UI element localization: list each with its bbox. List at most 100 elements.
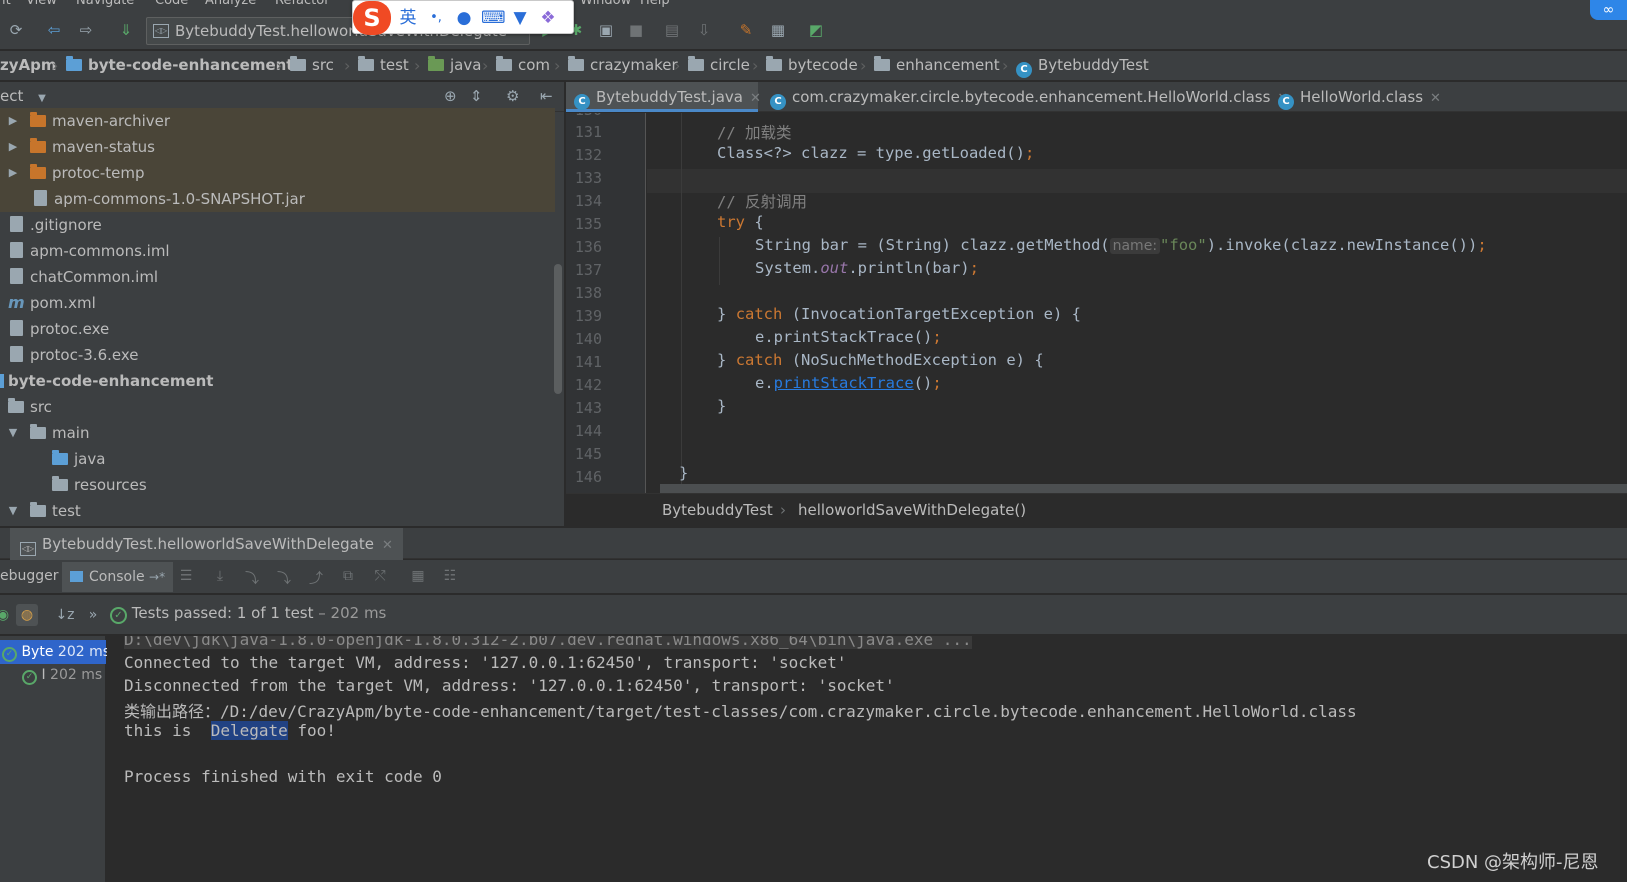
- tab-bytebuddytest-java[interactable]: C BytebuddyTest.java ✕: [566, 82, 761, 112]
- sogou-logo-icon[interactable]: S: [353, 1, 391, 35]
- show-passed-icon[interactable]: ◉: [0, 604, 14, 626]
- breadcrumb-src[interactable]: src: [290, 56, 334, 74]
- tree-item[interactable]: chatCommon.iml: [0, 264, 555, 290]
- collapse-arrow-icon[interactable]: ▼: [6, 498, 20, 524]
- tree-item[interactable]: src: [0, 394, 555, 420]
- expand-arrow-icon[interactable]: ▶: [6, 108, 20, 134]
- forward-icon[interactable]: ⇨: [76, 20, 96, 40]
- project-view-selector[interactable]: ect ▼: [0, 87, 46, 105]
- back-icon[interactable]: ⇦: [44, 20, 64, 40]
- debugger-tab[interactable]: ebugger: [0, 568, 59, 584]
- tab-helloworld-class[interactable]: C HelloWorld.class ✕: [1270, 82, 1450, 112]
- editor-breadcrumb-method[interactable]: helloworldSaveWithDelegate(): [798, 501, 1026, 519]
- test-tree-item[interactable]: ✓ Byte 202 ms: [0, 640, 110, 664]
- collapse-all-icon[interactable]: ⇕: [470, 87, 483, 105]
- vcs-update-icon[interactable]: ▤: [662, 20, 682, 40]
- tree-item[interactable]: ▶ maven-status: [0, 134, 555, 160]
- breadcrumb-com[interactable]: com: [496, 56, 550, 74]
- toolbox-icon[interactable]: ❖: [537, 7, 559, 29]
- project-structure-icon[interactable]: ▦: [768, 20, 788, 40]
- close-tab-icon[interactable]: ✕: [1430, 91, 1441, 106]
- wrench-icon[interactable]: ✎: [736, 20, 756, 40]
- step-over-icon[interactable]: ⤓: [210, 568, 230, 584]
- sync-icon[interactable]: ⟳: [6, 20, 26, 40]
- breadcrumb-enhancement[interactable]: enhancement: [874, 56, 1000, 74]
- class-icon: C: [1278, 94, 1294, 110]
- console-output[interactable]: D:\dev\jdk\java-1.8.0-openjdk-1.8.0.312-…: [107, 636, 1627, 882]
- trace-icon[interactable]: ☷: [440, 568, 460, 584]
- microphone-icon[interactable]: ●: [453, 7, 475, 29]
- test-tree-item[interactable]: ✓ I 202 ms: [0, 663, 106, 687]
- close-run-tab-icon[interactable]: ✕: [382, 538, 393, 553]
- gear-icon[interactable]: ⚙: [506, 87, 519, 105]
- step-out-icon[interactable]: ⤴: [306, 568, 326, 588]
- hide-panel-icon[interactable]: ⇤: [540, 87, 553, 105]
- menu-item-view[interactable]: View: [26, 0, 57, 8]
- pin-arrow-icon[interactable]: →*: [149, 570, 165, 584]
- tree-item[interactable]: ▼ main: [0, 420, 555, 446]
- show-execution-point-icon[interactable]: ☰: [176, 568, 196, 584]
- tree-item[interactable]: resources: [0, 472, 555, 498]
- ime-language-toggle[interactable]: 英: [397, 7, 419, 29]
- close-tab-icon[interactable]: ✕: [750, 91, 761, 106]
- expand-arrow-icon[interactable]: ▶: [6, 160, 20, 186]
- breadcrumb-separator: ›: [860, 56, 867, 75]
- menu-item-navigate[interactable]: Navigate: [76, 0, 134, 8]
- stop-icon[interactable]: ■: [626, 20, 646, 40]
- menu-item-help[interactable]: Help: [640, 0, 670, 8]
- run-to-cursor-icon[interactable]: ⤲: [370, 568, 390, 584]
- line-number: 144: [574, 422, 602, 440]
- tab-helloworld-full-class[interactable]: Ccom.crazymaker.circle.bytecode.enhancem…: [762, 82, 1288, 112]
- drop-frame-icon[interactable]: ⧉: [338, 568, 358, 584]
- show-ignored-icon[interactable]: ◍: [16, 604, 38, 626]
- skin-shirt-icon[interactable]: ▼: [509, 7, 531, 29]
- tree-item[interactable]: .gitignore: [0, 212, 555, 238]
- tree-item[interactable]: ▼ test: [0, 498, 555, 524]
- tree-item[interactable]: apm-commons.iml: [0, 238, 555, 264]
- locate-icon[interactable]: ⊕: [444, 87, 457, 105]
- vcs-commit-icon[interactable]: ⇩: [694, 20, 714, 40]
- menu-item-window[interactable]: Window: [580, 0, 631, 8]
- breadcrumb-root[interactable]: zyApm: [0, 56, 56, 74]
- more-icon[interactable]: »: [82, 604, 104, 626]
- editor-breadcrumb-class[interactable]: BytebuddyTest: [662, 501, 773, 519]
- coverage-icon[interactable]: ▣: [596, 20, 616, 40]
- breadcrumb-circle[interactable]: circle: [688, 56, 750, 74]
- console-tab[interactable]: Console →*: [62, 562, 174, 592]
- breadcrumb-class[interactable]: C BytebuddyTest: [1016, 56, 1149, 78]
- tree-item[interactable]: protoc-3.6.exe: [0, 342, 555, 368]
- ime-punctuation-toggle[interactable]: •,: [425, 7, 447, 29]
- menu-item-refactor[interactable]: Refactor: [275, 0, 330, 8]
- breadcrumb-bytecode[interactable]: bytecode: [766, 56, 858, 74]
- tree-item[interactable]: apm-commons-1.0-SNAPSHOT.jar: [0, 186, 555, 212]
- tree-item[interactable]: ▶ maven-archiver: [0, 108, 555, 134]
- breadcrumb-module[interactable]: byte-code-enhancement: [66, 56, 293, 74]
- print-stack-trace-link[interactable]: printStackTrace: [774, 374, 914, 392]
- menu-item[interactable]: it: [2, 0, 11, 8]
- menu-item-analyze[interactable]: Analyze: [205, 0, 256, 8]
- breadcrumb-crazymaker[interactable]: crazymaker: [568, 56, 678, 74]
- collapse-arrow-icon[interactable]: ▼: [6, 420, 20, 446]
- tree-item[interactable]: m pom.xml: [0, 290, 555, 316]
- force-step-into-icon[interactable]: ⤵: [274, 568, 294, 588]
- tree-item[interactable]: java: [0, 446, 555, 472]
- code-line-136: String bar = (String) clazz.getMethod(na…: [755, 236, 1487, 254]
- breadcrumb-test[interactable]: test: [358, 56, 409, 74]
- tree-item[interactable]: ▶ protoc-temp: [0, 160, 555, 186]
- keyboard-icon[interactable]: ⌨: [481, 7, 506, 29]
- database-icon[interactable]: ◩: [806, 20, 826, 40]
- evaluate-expression-icon[interactable]: ▦: [408, 568, 428, 584]
- corner-app-icon[interactable]: ∞: [1590, 0, 1627, 20]
- sort-icon[interactable]: ↓z: [54, 604, 76, 626]
- tree-item[interactable]: protoc.exe: [0, 316, 555, 342]
- breadcrumb-java[interactable]: java: [428, 56, 481, 74]
- menu-item-code[interactable]: Code: [155, 0, 188, 8]
- build-icon[interactable]: ⇓: [116, 20, 136, 40]
- expand-arrow-icon[interactable]: ▶: [6, 134, 20, 160]
- step-into-icon[interactable]: ⤵: [242, 568, 262, 588]
- tree-item[interactable]: byte-code-enhancement: [0, 368, 555, 394]
- code-editor[interactable]: // 加载类 Class<?> clazz = type.getLoaded()…: [647, 113, 1627, 493]
- editor-horizontal-scrollbar[interactable]: [660, 484, 1627, 493]
- run-tab[interactable]: ◁▷ BytebuddyTest.helloworldSaveWithDelega…: [10, 528, 403, 560]
- project-scrollbar[interactable]: [554, 264, 562, 394]
